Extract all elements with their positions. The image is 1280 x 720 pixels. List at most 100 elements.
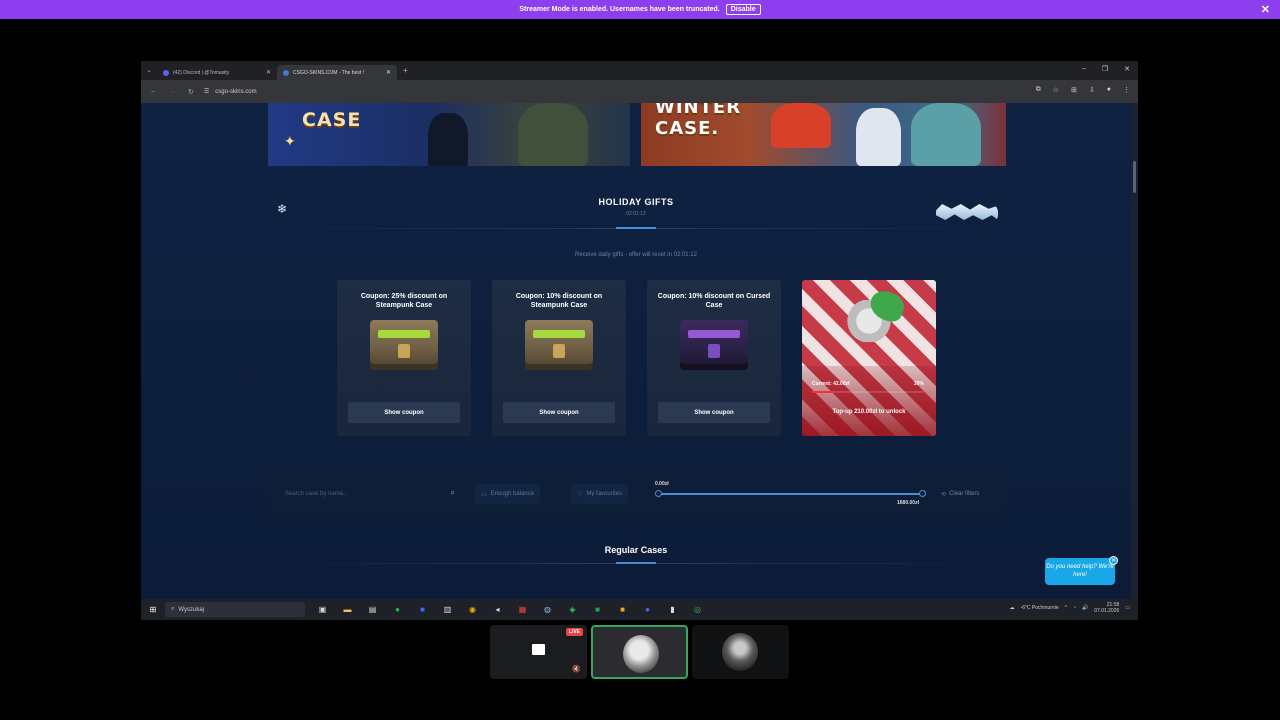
winter-case-banner[interactable]: WINTER CASE.: [641, 103, 1006, 166]
download-icon[interactable]: ⇩: [1089, 86, 1095, 94]
show-coupon-button[interactable]: Show coupon: [658, 402, 770, 423]
gift-card: Coupon: 25% discount on Steampunk Case S…: [337, 280, 471, 436]
file-explorer-icon[interactable]: ▬: [340, 605, 355, 614]
topup-gift-card[interactable]: Current: 42.00zł 20% Top-up 210.00zł to …: [802, 280, 936, 436]
xbox-icon[interactable]: ◎: [690, 605, 705, 614]
call-participants: LIVE 🔇: [490, 625, 790, 681]
tray-chevron-icon[interactable]: ^: [1065, 605, 1067, 611]
my-favourites-label: My favourites: [586, 491, 623, 497]
weather-text[interactable]: -6°C Pochmurnie: [1020, 605, 1058, 611]
app-icon[interactable]: ▥: [440, 605, 455, 614]
avatar: [722, 633, 758, 671]
screen-share-tile[interactable]: LIVE 🔇: [490, 625, 587, 679]
participant-tile[interactable]: [692, 625, 789, 679]
steam-icon[interactable]: ◍: [540, 605, 555, 614]
task-view-icon[interactable]: ▣: [315, 605, 330, 614]
url-field[interactable]: ☰ csgo-skins.com: [204, 88, 257, 96]
weather-icon: ☁: [1009, 605, 1015, 611]
site-info-icon[interactable]: ☰: [204, 88, 209, 95]
price-range-min: 0.00zł: [655, 481, 669, 487]
menu-icon[interactable]: ⋮: [1123, 86, 1130, 94]
excel-icon[interactable]: ■: [590, 605, 605, 614]
streamer-mode-banner: Streamer Mode is enabled. Usernames have…: [0, 0, 1280, 19]
app-icon[interactable]: ▮: [665, 605, 680, 614]
snowman-figure: [856, 108, 901, 166]
price-range-slider[interactable]: [658, 493, 922, 495]
back-icon[interactable]: ←: [150, 88, 157, 96]
close-window-button[interactable]: ✕: [1124, 65, 1130, 73]
gift-card: Coupon: 10% discount on Steampunk Case S…: [492, 280, 626, 436]
windows-start-icon[interactable]: ⊞: [141, 605, 165, 614]
clear-icon: ⟲: [941, 491, 947, 498]
regular-cases-title: Regular Cases: [604, 545, 668, 555]
web-page: CASE ✦ WINTER CASE. ❄ HOLIDAY GIFTS 02:0…: [141, 103, 1131, 599]
screen-share-icon: [532, 644, 545, 655]
tab-csgo-skins-label: CSGO-SKINS.COM - The best !: [293, 69, 365, 76]
search-input[interactable]: Search case by name... ⌕: [277, 484, 461, 504]
live-badge: LIVE: [565, 628, 583, 636]
tab-close-icon[interactable]: ✕: [386, 69, 391, 76]
window-controls: – ❐ ✕: [1082, 65, 1130, 73]
help-close-icon[interactable]: ✕: [1109, 556, 1118, 565]
minimize-button[interactable]: –: [1082, 65, 1086, 73]
search-icon[interactable]: ⌕: [451, 488, 455, 498]
disable-streamer-mode-button[interactable]: Disable: [725, 4, 761, 15]
page-scrollbar[interactable]: [1131, 103, 1138, 599]
close-banner-icon[interactable]: ✕: [1261, 3, 1270, 16]
app-icon[interactable]: ◂: [490, 605, 505, 614]
enough-balance-label: Enough balance: [490, 491, 535, 497]
app-icon[interactable]: ▦: [515, 605, 530, 614]
app-icon[interactable]: ■: [615, 605, 630, 614]
case-banner-left[interactable]: CASE ✦: [268, 103, 630, 166]
store-icon[interactable]: ▤: [365, 605, 380, 614]
restore-button[interactable]: ❐: [1102, 65, 1108, 73]
taskbar-search-label: Wyszukaj: [178, 606, 204, 613]
search-placeholder: Search case by name...: [285, 491, 349, 497]
participant-tile[interactable]: [591, 625, 688, 679]
slider-max-handle[interactable]: [919, 490, 926, 497]
clear-filters-button[interactable]: ⟲ Clear filters: [941, 484, 979, 504]
taskbar-search[interactable]: ⌕ Wyszukaj: [165, 602, 305, 617]
bookmark-star-icon[interactable]: ☆: [1053, 86, 1059, 94]
reload-icon[interactable]: ↻: [188, 88, 194, 96]
current-balance-text: Current: 42.00zł: [812, 381, 850, 387]
tab-search-icon[interactable]: ⌄: [141, 67, 157, 74]
new-tab-button[interactable]: +: [403, 66, 408, 75]
slider-min-handle[interactable]: [655, 490, 662, 497]
network-icon[interactable]: ◔: [1073, 605, 1076, 611]
show-coupon-button[interactable]: Show coupon: [348, 402, 460, 423]
topup-unlock-button[interactable]: Top-up 210.00zł to unlock: [802, 409, 936, 415]
tab-close-icon[interactable]: ✕: [266, 69, 271, 76]
soldier-figure: [518, 103, 588, 166]
enough-balance-toggle[interactable]: ▭ Enough balance: [475, 484, 541, 504]
discord-icon[interactable]: ●: [640, 605, 655, 614]
notifications-icon[interactable]: ▭: [1125, 605, 1130, 611]
banner-right-title: WINTER CASE.: [655, 103, 742, 139]
mute-icon[interactable]: 🔇: [572, 665, 581, 673]
discord-favicon-icon: [163, 69, 169, 76]
banner-left-title: CASE: [302, 109, 362, 131]
show-coupon-button[interactable]: Show coupon: [503, 402, 615, 423]
address-bar: ← → ↻ ☰ csgo-skins.com ⧉ ☆ ⊞ ⇩ ● ⋮: [141, 80, 1138, 103]
app-icon[interactable]: ■: [415, 605, 430, 614]
forward-icon[interactable]: →: [169, 88, 176, 96]
spotify-icon[interactable]: ●: [390, 605, 405, 614]
csgo-skins-favicon-icon: [283, 69, 289, 76]
app-icon[interactable]: ◈: [565, 605, 580, 614]
extensions-icon[interactable]: ⊞: [1071, 86, 1077, 94]
my-favourites-toggle[interactable]: ♡ My favourites: [571, 484, 629, 504]
browser-tab-bar: ⌄ (42) Discord | @Tomasity ✕ CSGO-SKINS.…: [141, 61, 1138, 80]
steampunk-case-image: [370, 320, 438, 370]
tab-discord[interactable]: (42) Discord | @Tomasity ✕: [157, 65, 277, 80]
clock[interactable]: 21:58 07.01.2026: [1094, 602, 1119, 614]
clock-date: 07.01.2026: [1094, 608, 1120, 614]
shared-screen: ⌄ (42) Discord | @Tomasity ✕ CSGO-SKINS.…: [141, 61, 1138, 620]
profile-icon[interactable]: ●: [1107, 86, 1111, 94]
help-bubble[interactable]: Do you need help? We're here!: [1045, 558, 1115, 585]
chrome-icon[interactable]: ◉: [465, 605, 480, 614]
section-divider: [276, 562, 996, 564]
tab-csgo-skins[interactable]: CSGO-SKINS.COM - The best ! ✕: [277, 65, 397, 80]
translate-icon[interactable]: ⧉: [1036, 86, 1041, 94]
streamer-mode-message: Streamer Mode is enabled. Usernames have…: [519, 6, 720, 13]
volume-icon[interactable]: 🔊: [1082, 605, 1088, 611]
